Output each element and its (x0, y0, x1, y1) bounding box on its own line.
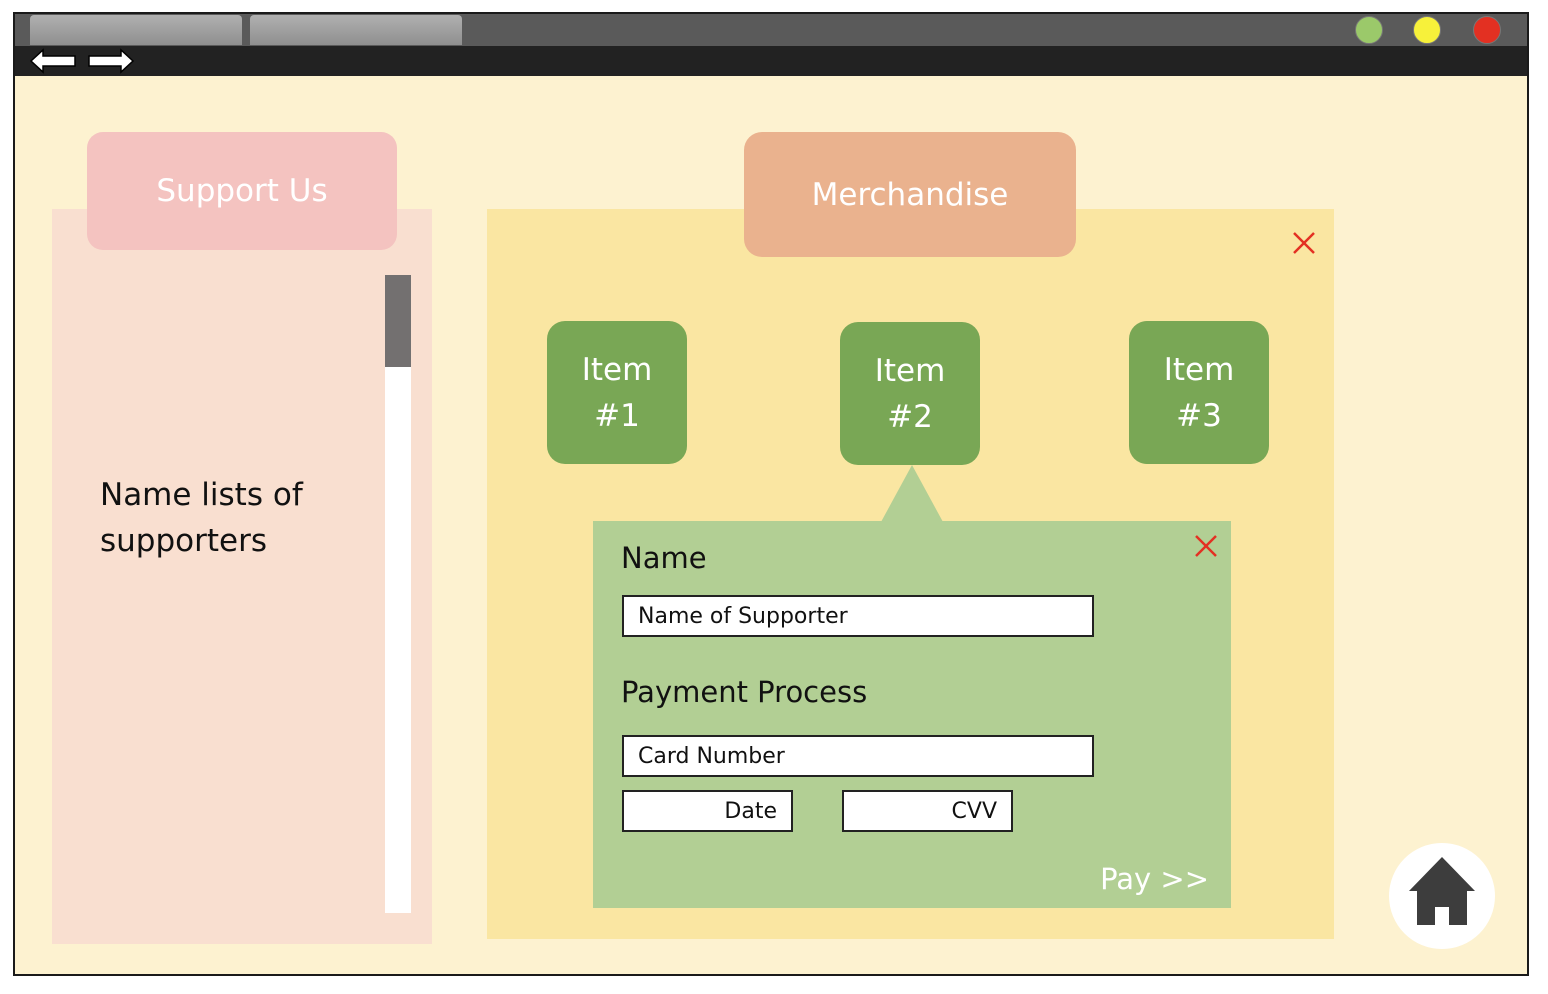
item-2-button[interactable]: Item #2 (840, 322, 980, 465)
support-us-tab[interactable]: Support Us (87, 132, 397, 250)
back-arrow-icon[interactable] (29, 48, 77, 74)
forward-arrow-icon[interactable] (87, 48, 135, 74)
scrollbar-thumb[interactable] (385, 275, 411, 367)
supporters-scrollbar[interactable] (385, 275, 411, 913)
name-heading: Name (621, 541, 707, 575)
home-button[interactable] (1389, 843, 1495, 949)
nav-bar (15, 46, 1527, 76)
item-1-button[interactable]: Item #1 (547, 321, 687, 464)
maximize-button[interactable] (1355, 16, 1383, 44)
purchase-popup: Name Name of Supporter Payment Process C… (593, 521, 1231, 908)
home-icon (1409, 857, 1475, 925)
tab-bar (15, 14, 1527, 46)
browser-tab-1[interactable] (30, 15, 242, 45)
card-number-input[interactable]: Card Number (622, 735, 1094, 777)
item-3-button[interactable]: Item #3 (1129, 321, 1269, 464)
close-popup-icon[interactable] (1193, 533, 1219, 559)
cvv-input[interactable]: CVV (842, 790, 1013, 832)
browser-tab-2[interactable] (250, 15, 462, 45)
close-merchandise-icon[interactable] (1291, 230, 1317, 256)
close-window-button[interactable] (1473, 16, 1501, 44)
browser-window: Support Us Name lists of supporters Merc… (13, 12, 1529, 976)
pay-button[interactable]: Pay >> (1100, 862, 1209, 896)
payment-process-heading: Payment Process (621, 675, 868, 709)
date-input[interactable]: Date (622, 790, 793, 832)
supporters-name-list: Name lists of supporters (100, 477, 303, 559)
minimize-button[interactable] (1413, 16, 1441, 44)
merchandise-tab[interactable]: Merchandise (744, 132, 1076, 257)
popup-pointer (881, 465, 943, 522)
support-panel (52, 209, 432, 944)
supporter-name-input[interactable]: Name of Supporter (622, 595, 1094, 637)
